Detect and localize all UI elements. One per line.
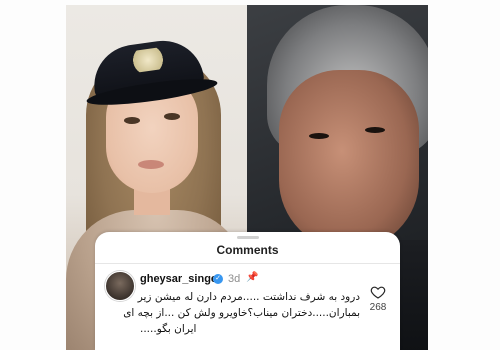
- comment-username[interactable]: gheysar_singer: [140, 273, 221, 285]
- screenshot-frame: Comments gheysar_singer ✓ 3d 📌 درود به ش…: [0, 0, 500, 350]
- sheet-drag-handle[interactable]: [237, 236, 259, 239]
- comment-line: ایران بگو.....: [140, 323, 197, 335]
- comments-sheet[interactable]: Comments gheysar_singer ✓ 3d 📌 درود به ش…: [95, 232, 400, 350]
- woman-right-eye: [164, 113, 180, 120]
- comments-title: Comments: [216, 243, 279, 257]
- pin-icon: 📌: [246, 272, 259, 283]
- heart-icon[interactable]: [370, 284, 386, 300]
- comment-line: بمباران.....دختران میناب؟خاویرو ولش کن .…: [123, 307, 360, 319]
- man-face: [279, 70, 419, 250]
- woman-lips: [138, 160, 164, 169]
- woman-left-eye: [124, 117, 140, 124]
- verified-badge-icon: ✓: [213, 274, 223, 284]
- man-right-eye: [365, 127, 385, 133]
- title-divider: [95, 263, 400, 264]
- man-left-eye: [309, 133, 329, 139]
- comment-time: 3d: [228, 273, 241, 285]
- like-count: 268: [369, 302, 387, 313]
- comment-text: درود به شرف نداشتت .....مردم دارن له میش…: [123, 289, 360, 337]
- comment-line: درود به شرف نداشتت .....مردم دارن له میش…: [137, 291, 360, 303]
- avatar[interactable]: [105, 271, 135, 301]
